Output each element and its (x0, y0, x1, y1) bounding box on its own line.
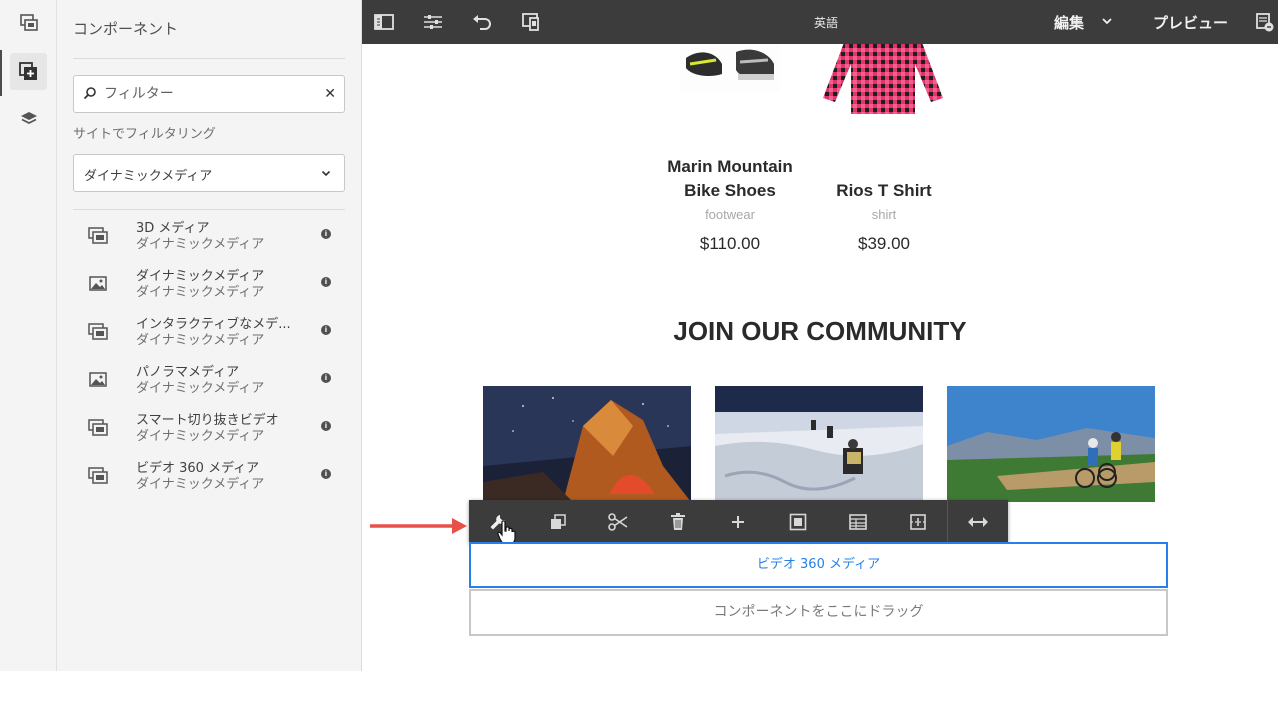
group-icon (910, 514, 926, 530)
delete-button[interactable] (668, 512, 688, 532)
component-toolbar (469, 500, 1008, 546)
layout-icon (849, 514, 867, 530)
component-item[interactable]: ダイナミックメディア ダイナミックメディア i (73, 264, 345, 308)
media-icon (88, 227, 108, 244)
component-group: ダイナミックメディア (136, 429, 265, 444)
image-icon (89, 276, 107, 291)
layout-button[interactable] (848, 512, 868, 532)
product-card[interactable]: Rios T Shirt shirt $39.00 (804, 179, 964, 254)
scissors-icon (608, 513, 628, 531)
info-icon[interactable]: i (321, 421, 331, 431)
component-group: ダイナミックメディア (136, 477, 265, 492)
assets-icon (19, 13, 38, 31)
emulator-button[interactable] (520, 12, 542, 32)
components-icon (18, 61, 37, 80)
product-name: Marin Mountain (667, 157, 793, 176)
devices-icon (522, 13, 539, 31)
insert-button[interactable] (728, 512, 748, 532)
info-icon[interactable]: i (321, 229, 331, 239)
search-icon (83, 87, 96, 100)
parent-icon (789, 513, 807, 531)
component-group: ダイナミックメディア (136, 237, 265, 252)
components-rail-button[interactable] (10, 53, 47, 90)
image-icon (89, 372, 107, 387)
chevron-down-icon (321, 170, 331, 177)
undo-icon (473, 15, 491, 30)
product-name: Bike Shoes (684, 181, 776, 200)
product-price: $110.00 (699, 234, 761, 253)
info-icon[interactable]: i (321, 277, 331, 287)
sliders-icon (424, 15, 442, 29)
clear-icon[interactable]: ✕ (324, 87, 336, 101)
glacier-climbers-photo[interactable] (715, 386, 923, 502)
info-icon[interactable]: i (321, 373, 331, 383)
info-icon[interactable]: i (321, 325, 331, 335)
language-label: 英語 (814, 16, 839, 30)
component-item[interactable]: スマート切り抜きビデオ ダイナミックメディア i (73, 408, 345, 452)
shirt-product-image[interactable] (817, 44, 949, 118)
component-group: ダイナミックメディア (136, 285, 265, 300)
component-item[interactable]: パノラマメディア ダイナミックメディア i (73, 360, 345, 404)
product-name: Rios T Shirt (836, 181, 932, 200)
preview-button[interactable]: プレビュー (1153, 12, 1228, 33)
component-group: ダイナミックメディア (136, 333, 265, 348)
side-panel-icon (374, 14, 394, 30)
panel-title: コンポーネント (73, 20, 179, 38)
group-button[interactable] (908, 512, 928, 532)
product-category: footwear (705, 207, 755, 222)
component-group: ダイナミックメディア (136, 381, 265, 396)
resize-button[interactable] (968, 512, 988, 532)
product-card[interactable]: Marin Mountain Bike Shoes footwear $110.… (650, 155, 810, 254)
page-properties-button[interactable] (422, 12, 444, 32)
panel-divider (73, 58, 345, 59)
shoes-product-image[interactable] (680, 44, 780, 94)
copy-icon (551, 514, 566, 529)
left-rail (0, 0, 57, 671)
filter-search-box[interactable]: ✕ (73, 75, 345, 113)
layers-icon (20, 111, 37, 124)
plus-icon (732, 516, 744, 528)
component-item[interactable]: ビデオ 360 メディア ダイナミックメディア i (73, 456, 345, 500)
filter-search-input[interactable] (104, 84, 304, 104)
select-parent-button[interactable] (788, 512, 808, 532)
component-item[interactable]: インタラクティブなメデ... ダイナミックメディア i (73, 312, 345, 356)
copy-button[interactable] (548, 512, 568, 532)
selected-component-video360[interactable]: ビデオ 360 メディア (469, 542, 1168, 588)
product-category: shirt (871, 207, 897, 222)
editor-toolbar: 英語 編集 プレビュー (362, 0, 1278, 44)
assets-rail-button[interactable] (10, 4, 47, 41)
resize-horizontal-icon (968, 517, 988, 527)
components-panel: コンポーネント ✕ サイトでフィルタリング ダイナミックメディア 3D メディア… (57, 0, 362, 671)
site-filter-select[interactable]: ダイナミックメディア (73, 154, 345, 192)
info-icon[interactable]: i (321, 469, 331, 479)
drop-zone[interactable]: コンポーネントをここにドラッグ (469, 589, 1168, 636)
media-icon (88, 323, 108, 340)
site-filter-label: サイトでフィルタリング (73, 127, 216, 142)
media-icon (88, 419, 108, 436)
trash-icon (671, 513, 685, 530)
chevron-down-icon[interactable] (1102, 17, 1112, 25)
toggle-side-panel-button[interactable] (373, 12, 395, 32)
undo-button[interactable] (471, 12, 493, 32)
mountain-bikers-photo[interactable] (947, 386, 1155, 502)
community-heading: JOIN OUR COMMUNITY (673, 316, 967, 346)
annotation-arrow-icon (370, 518, 467, 534)
site-filter-value: ダイナミックメディア (84, 169, 213, 184)
layers-rail-button[interactable] (10, 100, 47, 137)
camping-night-photo[interactable] (483, 386, 691, 502)
cut-button[interactable] (608, 512, 628, 532)
page-info-icon[interactable] (1256, 12, 1274, 32)
product-price: $39.00 (858, 234, 910, 253)
panel-divider (73, 209, 345, 210)
toolbar-divider (947, 500, 948, 543)
media-icon (88, 467, 108, 484)
rail-active-indicator (0, 50, 2, 96)
mode-selector[interactable]: 編集 (1054, 12, 1084, 33)
component-item[interactable]: 3D メディア ダイナミックメディア i (73, 216, 345, 260)
